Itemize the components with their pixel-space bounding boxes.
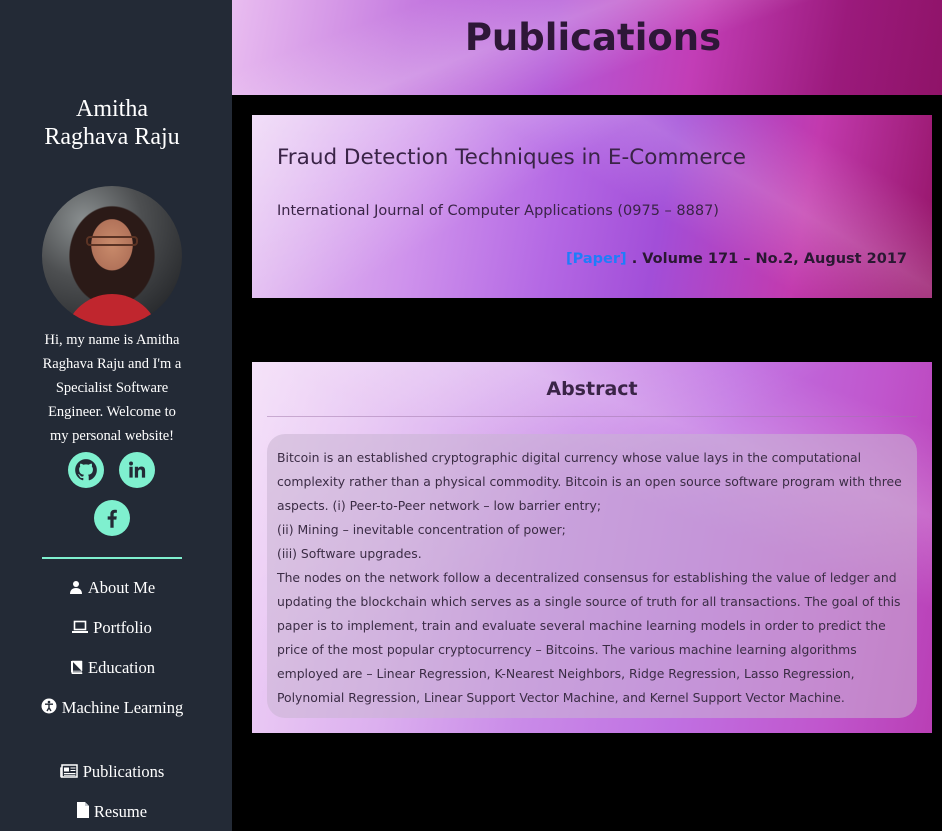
page-title: Publications [464, 16, 722, 59]
file-icon [76, 802, 89, 818]
nav-item-machine-learning[interactable]: Machine Learning [20, 696, 204, 720]
avatar-glasses [86, 236, 138, 246]
abstract-paragraph: Bitcoin is an established cryptographic … [277, 450, 902, 513]
accessibility-icon [41, 698, 57, 714]
github-icon [75, 459, 97, 481]
user-icon [69, 581, 82, 594]
profile-bio: Hi, my name is Amitha Raghava Raju and I… [42, 332, 182, 444]
facebook-icon [107, 509, 117, 528]
nav-label: Machine Learning [61, 698, 184, 717]
publication-card: Fraud Detection Techniques in E-Commerce… [252, 115, 932, 298]
publication-journal: International Journal of Computer Applic… [277, 203, 719, 219]
nav-label: Portfolio [93, 618, 152, 637]
facebook-link[interactable] [94, 500, 130, 536]
book-icon [71, 660, 83, 674]
nav-label: Resume [93, 802, 148, 821]
nav-label: About Me [87, 578, 156, 597]
paper-link[interactable]: [Paper] [566, 251, 627, 267]
nav-item-resume[interactable]: Resume [20, 800, 204, 824]
abstract-divider [267, 416, 917, 417]
linkedin-link[interactable] [119, 452, 155, 488]
sidebar-divider [42, 557, 182, 559]
linkedin-icon [129, 461, 146, 478]
newspaper-icon [59, 764, 78, 778]
nav-item-education[interactable]: Education [20, 656, 204, 680]
abstract-card: Abstract Bitcoin is an established crypt… [252, 362, 932, 733]
laptop-icon [72, 620, 89, 633]
abstract-paragraph: The nodes on the network follow a decent… [277, 570, 901, 705]
nav-label: Education [88, 658, 155, 677]
abstract-paragraph: (ii) Mining – inevitable concentration o… [277, 522, 566, 537]
avatar [42, 186, 182, 326]
profile-name: Amitha Raghava Raju [44, 96, 180, 150]
sidebar: Amitha Raghava Raju Hi, my name is Amith… [0, 0, 232, 831]
publication-meta: [Paper] . Volume 171 – No.2, August 2017 [566, 251, 907, 267]
publication-volume: . Volume 171 – No.2, August 2017 [631, 251, 907, 267]
abstract-heading: Abstract [546, 378, 638, 400]
page-header: Publications [232, 0, 942, 95]
publication-title: Fraud Detection Techniques in E-Commerce [277, 145, 746, 170]
nav-item-publications[interactable]: Publications [20, 760, 204, 784]
nav-item-portfolio[interactable]: Portfolio [20, 616, 204, 640]
avatar-shirt [64, 294, 160, 326]
nav-item-about-me[interactable]: About Me [20, 576, 204, 600]
abstract-paragraph: (iii) Software upgrades. [277, 546, 422, 561]
abstract-body: Bitcoin is an established cryptographic … [267, 434, 917, 718]
github-link[interactable] [68, 452, 104, 488]
nav-label: Publications [82, 762, 165, 781]
